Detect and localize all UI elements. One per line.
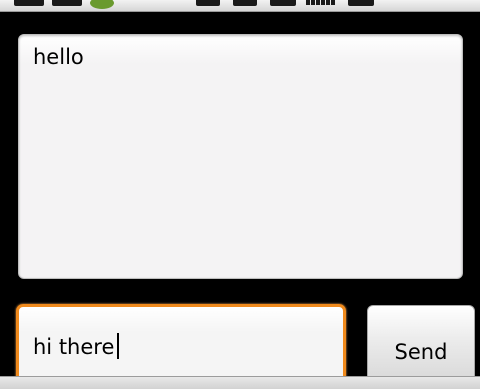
sync-icon [233, 0, 257, 6]
message-display-area[interactable]: hello [18, 34, 463, 279]
signal-icon [306, 0, 335, 6]
text-caret [117, 333, 120, 359]
send-button-label: Send [394, 340, 448, 364]
android-icon [90, 0, 114, 9]
battery-icon [348, 0, 374, 6]
sound-icon [196, 0, 220, 6]
network-icon [270, 0, 296, 6]
message-text: hello [33, 45, 84, 69]
notification-icon [14, 0, 44, 6]
message-input-value: hi there [33, 335, 115, 359]
app-screen: hello hi there Send [0, 0, 480, 389]
keyboard-edge [0, 376, 480, 389]
usb-icon [52, 0, 82, 6]
status-bar [0, 0, 480, 12]
